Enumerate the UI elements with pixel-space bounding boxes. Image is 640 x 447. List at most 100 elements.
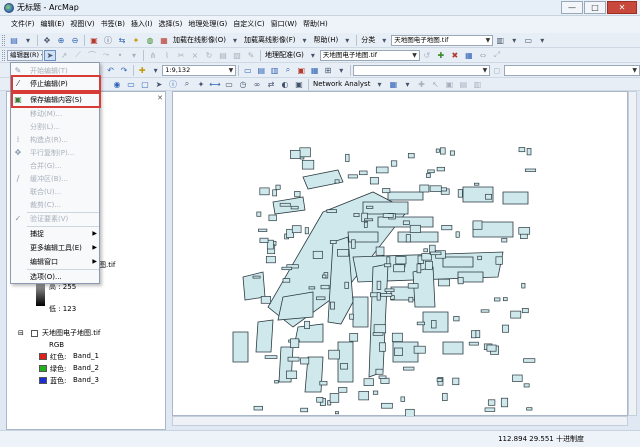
- scale-icon[interactable]: ⤢: [491, 50, 503, 61]
- menu-view[interactable]: 视图(V): [67, 16, 97, 33]
- georeferencing-menu[interactable]: 地理配准(G): [263, 50, 306, 60]
- minimize-button[interactable]: —: [561, 1, 583, 14]
- menu-bookmarks[interactable]: 书签(B): [98, 16, 128, 33]
- menu-file[interactable]: 文件(F): [8, 16, 38, 33]
- menu-windows[interactable]: 窗口(W): [268, 16, 300, 33]
- layout-icon[interactable]: ▣: [88, 35, 100, 46]
- collapse-icon[interactable]: ⊟: [18, 329, 24, 337]
- attributes-icon[interactable]: ▤: [217, 50, 229, 61]
- select-features-icon[interactable]: ▭: [125, 79, 137, 90]
- measure-icon[interactable]: ⇆: [116, 35, 128, 46]
- delete-link-icon[interactable]: ✖: [449, 50, 461, 61]
- georef-layer-combo[interactable]: 天地图电子地图.tif ▼: [319, 49, 420, 61]
- menu-edit[interactable]: 编辑(E): [38, 16, 68, 33]
- network-analyst-menu[interactable]: Network Analyst: [311, 80, 372, 88]
- menu-more-editing-tools[interactable]: 更多编辑工具(E) ▶: [11, 241, 101, 254]
- select-elements-icon[interactable]: ➤: [153, 79, 165, 90]
- map-scale-combo[interactable]: 1:9,132 ▼: [162, 64, 237, 76]
- vertical-scrollbar[interactable]: [628, 91, 637, 416]
- solve-icon[interactable]: ▣: [443, 79, 455, 90]
- point-icon[interactable]: •: [114, 50, 126, 61]
- find-icon[interactable]: ✦: [130, 35, 142, 46]
- menu-buffer[interactable]: ∕ 缓冲区(B)...: [11, 172, 101, 185]
- load-offline-imagery-button[interactable]: 加载离线影像(F): [242, 35, 298, 45]
- flicker-icon[interactable]: ◐: [279, 79, 291, 90]
- basemap-icon[interactable]: ▦: [158, 35, 170, 46]
- directions-icon[interactable]: ▤: [457, 79, 469, 90]
- menu-editing-windows[interactable]: 编辑窗口 ▶: [11, 255, 101, 268]
- edit-tool-icon[interactable]: ➤: [44, 49, 56, 61]
- edit-vertices-icon[interactable]: ⋔: [147, 50, 159, 61]
- menu-union[interactable]: 联合(U)...: [11, 185, 101, 198]
- classify-button[interactable]: 分类: [359, 35, 377, 45]
- select-network-location-icon[interactable]: ↖: [429, 79, 441, 90]
- menu-move[interactable]: 移动(M)...: [11, 107, 101, 120]
- chevron-down-icon[interactable]: ▾: [401, 79, 413, 90]
- undo-icon[interactable]: ↶: [105, 65, 116, 76]
- chevron-down-icon[interactable]: ▾: [536, 35, 548, 46]
- find-tool-icon[interactable]: ⌕: [181, 79, 193, 90]
- create-features-icon[interactable]: ✎: [245, 50, 257, 61]
- editor-menu-button[interactable]: 编辑器(R)▾: [7, 49, 43, 61]
- edit-annotation-icon[interactable]: ↗: [58, 50, 70, 61]
- editor-toolbar-icon[interactable]: ▭: [242, 65, 253, 76]
- split-icon[interactable]: ⨯: [189, 50, 201, 61]
- cut-polygon-icon[interactable]: ✂: [175, 50, 187, 61]
- zoom-in-icon[interactable]: ⊕: [55, 35, 67, 46]
- layer-name[interactable]: 天地图电子地图.tif: [42, 328, 100, 338]
- time-slider-icon[interactable]: ◷: [237, 79, 249, 90]
- rotate-icon[interactable]: ↻: [203, 50, 215, 61]
- trace-icon[interactable]: ⤳: [100, 50, 112, 61]
- menu-merge[interactable]: 合并(G)...: [11, 159, 101, 172]
- network-dataset-icon[interactable]: ▦: [387, 79, 399, 90]
- globe-icon[interactable]: ◍: [144, 35, 156, 46]
- go-to-xy-icon[interactable]: ✦: [195, 79, 207, 90]
- modelbuilder-icon[interactable]: ⊞: [322, 65, 333, 76]
- training-sample-icon[interactable]: ▭: [522, 35, 534, 46]
- close-button[interactable]: ✕: [607, 1, 637, 14]
- create-network-location-icon[interactable]: ✚: [415, 79, 427, 90]
- menu-options[interactable]: 选项(O)...: [11, 270, 101, 283]
- identify-icon[interactable]: ⓘ: [102, 35, 114, 46]
- identify-tool-icon[interactable]: ⓘ: [167, 79, 179, 90]
- menu-construct-points[interactable]: ⁞ 构造点(R)...: [11, 133, 101, 146]
- menu-customize[interactable]: 自定义(C): [230, 16, 267, 33]
- search-window-icon[interactable]: ⌕: [282, 65, 293, 76]
- swipe-icon[interactable]: ⇄: [265, 79, 277, 90]
- zoom-out-icon[interactable]: ⊖: [69, 35, 81, 46]
- layer-visibility-checkbox[interactable]: [31, 330, 38, 337]
- menu-validate-features[interactable]: ✓ 验证要素(V): [11, 212, 101, 225]
- view-link-table-icon[interactable]: ▦: [463, 50, 475, 61]
- full-extent-icon[interactable]: ◉: [111, 79, 123, 90]
- toolbar-help-button[interactable]: 帮助(H): [311, 35, 340, 45]
- sketch-properties-icon[interactable]: ▧: [231, 50, 243, 61]
- menu-copy-parallel[interactable]: ✥ 平行复制(P)...: [11, 146, 101, 159]
- catalog-window-icon[interactable]: ▥: [269, 65, 280, 76]
- menu-help[interactable]: 帮助(H): [300, 16, 331, 33]
- shift-icon[interactable]: ⇔: [477, 50, 489, 61]
- rotate-raster-icon[interactable]: ↺: [421, 50, 433, 61]
- html-popup-icon[interactable]: ▭: [223, 79, 235, 90]
- toolbar-empty-combo[interactable]: ▼: [352, 64, 491, 76]
- menu-selection[interactable]: 选择(S): [155, 16, 185, 33]
- straight-segment-icon[interactable]: ⟋: [72, 50, 84, 61]
- arctoolbox-icon[interactable]: ▣: [296, 65, 307, 76]
- load-online-imagery-button[interactable]: 加载在线影像(O): [171, 35, 228, 45]
- menu-clip[interactable]: 裁剪(C)...: [11, 198, 101, 211]
- new-map-icon[interactable]: ▤: [8, 35, 20, 46]
- arc-segment-icon[interactable]: ⌒: [86, 50, 98, 61]
- chevron-down-icon[interactable]: ▾: [22, 35, 34, 46]
- python-window-icon[interactable]: ▦: [309, 65, 320, 76]
- close-icon[interactable]: ✕: [157, 94, 163, 102]
- menu-insert[interactable]: 插入(I): [128, 16, 156, 33]
- menu-snapping[interactable]: 捕捉 ▶: [11, 227, 101, 240]
- add-data-icon[interactable]: ✚: [137, 65, 148, 76]
- layout-view-icon[interactable]: ▣: [293, 79, 305, 90]
- map-view[interactable]: [172, 91, 628, 418]
- maximize-button[interactable]: □: [584, 1, 606, 14]
- histogram-icon[interactable]: ▥: [494, 35, 506, 46]
- reshape-icon[interactable]: ⌇: [161, 50, 173, 61]
- measure-tool-icon[interactable]: ⟷: [209, 79, 221, 90]
- menu-split[interactable]: 分割(L)...: [11, 120, 101, 133]
- menu-geoprocessing[interactable]: 地理处理(G): [185, 16, 230, 33]
